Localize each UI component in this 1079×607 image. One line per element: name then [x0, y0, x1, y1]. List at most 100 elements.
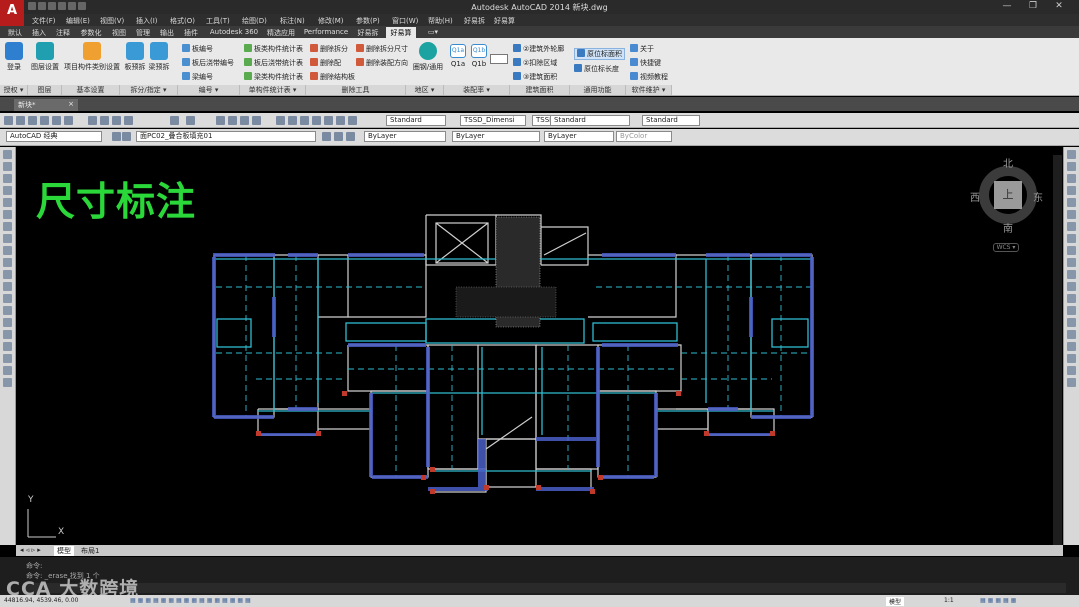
- layer-state-icon[interactable]: [122, 132, 131, 141]
- dim-style-select[interactable]: TSSD_Dimensi: [460, 115, 526, 126]
- paste-icon[interactable]: [112, 116, 121, 125]
- construction-line-icon[interactable]: [3, 162, 12, 171]
- wcs-menu[interactable]: WCS ▾: [993, 243, 1019, 252]
- move-icon[interactable]: [1067, 210, 1076, 219]
- undo-icon[interactable]: [170, 116, 179, 125]
- arc-icon[interactable]: [3, 210, 12, 219]
- tab-haoyisuan[interactable]: 好易算: [386, 27, 416, 38]
- tab-plugins[interactable]: 插件: [182, 27, 200, 38]
- minimize-icon[interactable]: —: [997, 1, 1017, 11]
- text-icon[interactable]: [3, 366, 12, 375]
- compass-south[interactable]: 南: [1003, 220, 1013, 235]
- match-properties-icon[interactable]: [124, 116, 133, 125]
- polygon-icon[interactable]: [3, 186, 12, 195]
- mleader-style-select[interactable]: Standard: [550, 115, 630, 126]
- slab-presplit-button[interactable]: 板预拆: [124, 42, 146, 72]
- delete-config-button[interactable]: 删除配: [310, 58, 341, 70]
- rectangle-icon[interactable]: [3, 198, 12, 207]
- group-maintenance[interactable]: 软件维护 ▾: [626, 85, 672, 95]
- stretch-icon[interactable]: [1067, 246, 1076, 255]
- tool-palette-icon[interactable]: [300, 116, 309, 125]
- pan-icon[interactable]: [216, 116, 225, 125]
- vertical-scrollbar[interactable]: [1053, 155, 1062, 545]
- sheet-set-icon[interactable]: [312, 116, 321, 125]
- quickcalc-icon[interactable]: [336, 116, 345, 125]
- color-select[interactable]: ByLayer: [364, 131, 446, 142]
- nav-arrows-icon[interactable]: ◂ ◃ ▹ ▸: [20, 546, 41, 554]
- layer-settings-button[interactable]: 图层设置: [30, 42, 60, 72]
- menu-tools[interactable]: 工具(T): [206, 16, 230, 26]
- tab-default[interactable]: 默认: [6, 27, 24, 38]
- properties-icon[interactable]: [276, 116, 285, 125]
- command-window[interactable]: 命令: 命令: _erase 找到 1 个: [0, 557, 1079, 595]
- group-single-stat[interactable]: 单构件统计表 ▾: [240, 85, 306, 95]
- tab-haoyichai[interactable]: 好易拆: [354, 27, 382, 38]
- new-icon[interactable]: [4, 116, 13, 125]
- beam-presplit-button[interactable]: 梁预拆: [148, 42, 170, 72]
- add-selected-icon[interactable]: [3, 378, 12, 387]
- group-assembly-rate[interactable]: 装配率 ▾: [444, 85, 510, 95]
- join-icon[interactable]: [1067, 294, 1076, 303]
- command-input[interactable]: [26, 583, 1066, 593]
- menu-insert[interactable]: 插入(I): [136, 16, 158, 26]
- group-numbering[interactable]: 编号 ▾: [178, 85, 240, 95]
- line-icon[interactable]: [3, 150, 12, 159]
- extend-icon[interactable]: [1067, 270, 1076, 279]
- close-icon[interactable]: ✕: [1049, 1, 1069, 11]
- project-settings-button[interactable]: 项目构件类别设置: [64, 42, 120, 72]
- preview-icon[interactable]: [52, 116, 61, 125]
- scale-icon[interactable]: [1067, 234, 1076, 243]
- zoom-realtime-icon[interactable]: [228, 116, 237, 125]
- copy-object-icon[interactable]: [1067, 162, 1076, 171]
- design-center-icon[interactable]: [288, 116, 297, 125]
- ellipse-arc-icon[interactable]: [3, 270, 12, 279]
- zoom-previous-icon[interactable]: [252, 116, 261, 125]
- chamfer-icon[interactable]: [1067, 306, 1076, 315]
- redo-icon[interactable]: [186, 116, 195, 125]
- array-icon[interactable]: [1067, 198, 1076, 207]
- group-split[interactable]: 拆分/指定 ▾: [120, 85, 178, 95]
- annotation-scale[interactable]: 1:1: [944, 597, 954, 604]
- q1b-button[interactable]: Q1b Q1b: [470, 44, 488, 68]
- deduct-area-button[interactable]: ②扣除区域: [513, 58, 557, 70]
- compass-north[interactable]: 北: [1003, 155, 1013, 170]
- help-icon[interactable]: [348, 116, 357, 125]
- slab-postcast-stat-button[interactable]: 板后浇带统计表: [244, 58, 303, 70]
- model-space-button[interactable]: 模型: [886, 597, 905, 606]
- tab-output[interactable]: 输出: [158, 27, 176, 38]
- menu-modify[interactable]: 修改(M): [318, 16, 344, 26]
- tab-manage[interactable]: 管理: [134, 27, 152, 38]
- make-block-icon[interactable]: [3, 294, 12, 303]
- layer-select[interactable]: 面PC02_叠合板填充01: [136, 131, 316, 142]
- revision-cloud-icon[interactable]: [3, 234, 12, 243]
- unit-length-button[interactable]: 原位标长度: [574, 64, 619, 76]
- layer-iso-icon[interactable]: [346, 132, 355, 141]
- break-icon[interactable]: [1067, 282, 1076, 291]
- layer-manager-icon[interactable]: [112, 132, 121, 141]
- menu-help[interactable]: 帮助(H): [428, 16, 453, 26]
- circle-icon[interactable]: [3, 222, 12, 231]
- linetype-select[interactable]: ByLayer: [452, 131, 540, 142]
- tab-annotate[interactable]: 注释: [54, 27, 72, 38]
- ellipse-icon[interactable]: [3, 258, 12, 267]
- print-icon[interactable]: [40, 116, 49, 125]
- workspace-select[interactable]: AutoCAD 经典: [6, 131, 102, 142]
- trim-icon[interactable]: [1067, 258, 1076, 267]
- draw-order-icon[interactable]: [1067, 354, 1076, 363]
- region-general-button[interactable]: 圈钢/通用: [411, 42, 445, 72]
- cut-icon[interactable]: [88, 116, 97, 125]
- menu-format[interactable]: 格式(O): [170, 16, 195, 26]
- building-area-button[interactable]: ③建筑面积: [513, 72, 557, 84]
- slab-number-button[interactable]: 板编号: [182, 44, 213, 56]
- tab-insert[interactable]: 插入: [30, 27, 48, 38]
- drafting-toggles[interactable]: ▦▦▦▦▦▦▦▦▦▦▦▦▦▦▦▦: [130, 597, 253, 604]
- block-editor-icon[interactable]: [1067, 378, 1076, 387]
- delete-assembly-direction-button[interactable]: 删除装配方向: [356, 58, 408, 70]
- markup-icon[interactable]: [324, 116, 333, 125]
- erase-icon[interactable]: [1067, 150, 1076, 159]
- layer-tools-icon[interactable]: [1067, 342, 1076, 351]
- beam-stat-button[interactable]: 梁类构件统计表: [244, 72, 303, 84]
- table-icon[interactable]: [3, 354, 12, 363]
- menu-view[interactable]: 视图(V): [100, 16, 124, 26]
- fillet-icon[interactable]: [1067, 318, 1076, 327]
